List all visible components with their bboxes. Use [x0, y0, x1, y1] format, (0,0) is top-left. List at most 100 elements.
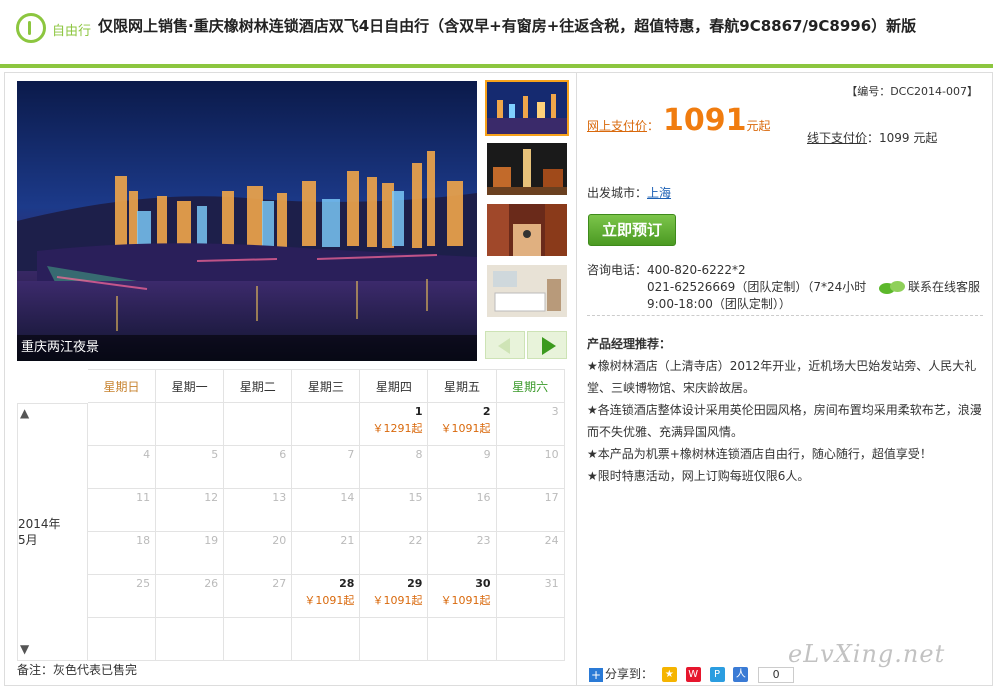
departure-city: 出发城市：上海	[587, 184, 671, 201]
recommend-item: ★本产品为机票+橡树林连锁酒店自由行，随心随行，超值享受！	[587, 447, 932, 461]
calendar-day-number: 22	[408, 534, 423, 547]
online-service-link[interactable]: 联系在线客服	[879, 278, 980, 295]
calendar-note: 备注：灰色代表已售完	[17, 663, 138, 677]
calendar-day-cell: 12	[156, 489, 225, 532]
thumbnail-night-skyline[interactable]	[485, 80, 569, 136]
main-photo-caption: 重庆两江夜景	[17, 335, 477, 361]
consult-line-2: 021-62526669（团队定制）（7*24小时	[647, 280, 867, 294]
calendar-day-price: ￥1291起	[372, 422, 423, 435]
tencent-share-icon[interactable]: P	[709, 667, 725, 682]
calendar-day-number: 23	[476, 534, 491, 547]
weekday-label: 星期二	[224, 369, 293, 403]
calendar-day-cell	[292, 618, 361, 661]
calendar-day-number: 28	[339, 577, 355, 590]
logo-label: 自由行	[52, 24, 92, 39]
weekday-label: 星期五	[428, 369, 497, 403]
calendar-day-cell	[156, 403, 225, 446]
manager-recommend-title: 产品经理推荐：	[587, 337, 672, 351]
online-price-label[interactable]: 网上支付价	[587, 119, 647, 133]
consult-phone: 咨询电话：400-820-6222*2 021-62526669（团队定制）（7…	[587, 262, 866, 313]
calendar-day-number: 24	[544, 534, 559, 547]
calendar-day-cell: 18	[88, 532, 157, 575]
calendar-day-cell[interactable]: 28 ￥1091起	[292, 575, 361, 618]
calendar-day-cell: 19	[156, 532, 225, 575]
month-label: 2014年 5月	[18, 516, 61, 548]
manager-recommend-list: ★橡树林酒店（上清寺店）2012年开业，近机场大巴始发站旁、人民大礼堂、三峡博物…	[587, 355, 985, 487]
calendar-day-price: ￥1091起	[372, 594, 423, 607]
calendar-day-cell: 24	[496, 532, 565, 575]
calendar-day-number: 19	[204, 534, 219, 547]
calendar-day-number: 5	[211, 448, 219, 461]
thumbnail-tower-night[interactable]	[485, 141, 569, 197]
departure-label: 出发城市：	[587, 186, 648, 200]
calendar-day-number: 26	[204, 577, 219, 590]
calendar-day-cell[interactable]: 2 ￥1091起	[428, 403, 497, 446]
calendar-day-number: 31	[544, 577, 559, 590]
calendar-month-side: ▲ 2014年 5月 ▼	[17, 403, 88, 661]
previous-month-arrow[interactable]: ▲	[20, 406, 29, 420]
share-label: 分享到：	[605, 667, 654, 681]
calendar-day-cell: 3	[496, 403, 565, 446]
book-now-button[interactable]: 立即预订	[588, 214, 676, 246]
night-skyline-image	[17, 81, 477, 361]
offline-price-label[interactable]: 线下支付价	[807, 131, 867, 145]
right-panel: 【编号：DCC2014-007】 网上支付价： 1091元起 线下支付价：1099…	[576, 72, 993, 686]
calendar-day-cell: 10	[496, 446, 565, 489]
next-month-arrow[interactable]: ▼	[20, 642, 29, 656]
calendar-day-number: 4	[143, 448, 151, 461]
calendar-week-row: 4 5 6 7 8 9 10	[88, 446, 565, 489]
calendar-day-cell	[292, 403, 361, 446]
online-service-label: 联系在线客服	[908, 280, 981, 294]
qzone-share-icon[interactable]: ★	[661, 667, 677, 682]
calendar-day-number: 20	[272, 534, 287, 547]
chat-bubbles-icon	[879, 280, 905, 295]
calendar-day-cell	[224, 618, 293, 661]
thumbnail-next-button[interactable]	[527, 331, 567, 359]
recommend-item: ★橡树林酒店（上清寺店）2012年开业，近机场大巴始发站旁、人民大礼堂、三峡博物…	[587, 359, 977, 395]
departure-city-link[interactable]: 上海	[647, 186, 671, 200]
weibo-share-icon[interactable]: W	[685, 667, 701, 682]
calendar-day-cell[interactable]: 1 ￥1291起	[360, 403, 429, 446]
consult-line-3: 9:00-18:00（团队定制））	[647, 297, 791, 311]
calendar-day-number: 6	[279, 448, 287, 461]
calendar-day-cell: 17	[496, 489, 565, 532]
calendar-day-cell: 8	[360, 446, 429, 489]
online-price-value: 1091	[663, 103, 747, 138]
calendar-day-cell: 21	[292, 532, 361, 575]
calendar-weekday-header: 星期日 星期一 星期二 星期三 星期四 星期五 星期六	[88, 369, 565, 403]
calendar-day-number: 25	[136, 577, 151, 590]
thumbnail-street-scene[interactable]	[485, 202, 569, 258]
calendar-day-price: ￥1091起	[304, 594, 355, 607]
share-plus-icon[interactable]: +	[589, 667, 603, 682]
calendar-day-cell: 16	[428, 489, 497, 532]
calendar-day-number: 29	[407, 577, 423, 590]
calendar-day-cell: 6	[224, 446, 293, 489]
offline-price: 线下支付价：1099 元起	[807, 129, 937, 146]
calendar-day-cell: 9	[428, 446, 497, 489]
renren-share-icon[interactable]: 人	[733, 667, 749, 682]
product-code: 【编号：DCC2014-007】	[846, 85, 978, 98]
calendar-day-number: 17	[544, 491, 559, 504]
calendar-day-number: 27	[272, 577, 287, 590]
thumbnail-nav	[485, 331, 567, 359]
weekday-label: 星期四	[360, 369, 429, 403]
thumbnail-prev-button[interactable]	[485, 331, 525, 359]
calendar-day-number: 2	[482, 405, 491, 418]
weekday-label: 星期六	[496, 369, 565, 403]
calendar-day-cell[interactable]: 30 ￥1091起	[428, 575, 497, 618]
month-year: 2014年	[18, 517, 61, 531]
calendar-day-number: 11	[136, 491, 151, 504]
month-month: 5月	[18, 533, 38, 547]
calendar-day-cell: 14	[292, 489, 361, 532]
consult-line-1: 咨询电话：400-820-6222*2	[587, 263, 746, 277]
calendar-week-row: 1 ￥1291起 2 ￥1091起 3	[88, 403, 565, 446]
page-title: 仅限网上销售·重庆橡树林连锁酒店双飞4日自由行（含双早+有窗房+往返含税，超值特…	[98, 17, 917, 35]
calendar-day-cell[interactable]: 29 ￥1091起	[360, 575, 429, 618]
main-photo: 重庆两江夜景	[17, 81, 477, 361]
calendar-day-cell	[496, 618, 565, 661]
thumbnail-hotel-room[interactable]	[485, 263, 569, 319]
independent-travel-icon	[16, 13, 46, 43]
calendar-week-row: 18 19 20 21 22 23 24	[88, 532, 565, 575]
calendar-day-cell: 26	[156, 575, 225, 618]
calendar-day-cell: 13	[224, 489, 293, 532]
